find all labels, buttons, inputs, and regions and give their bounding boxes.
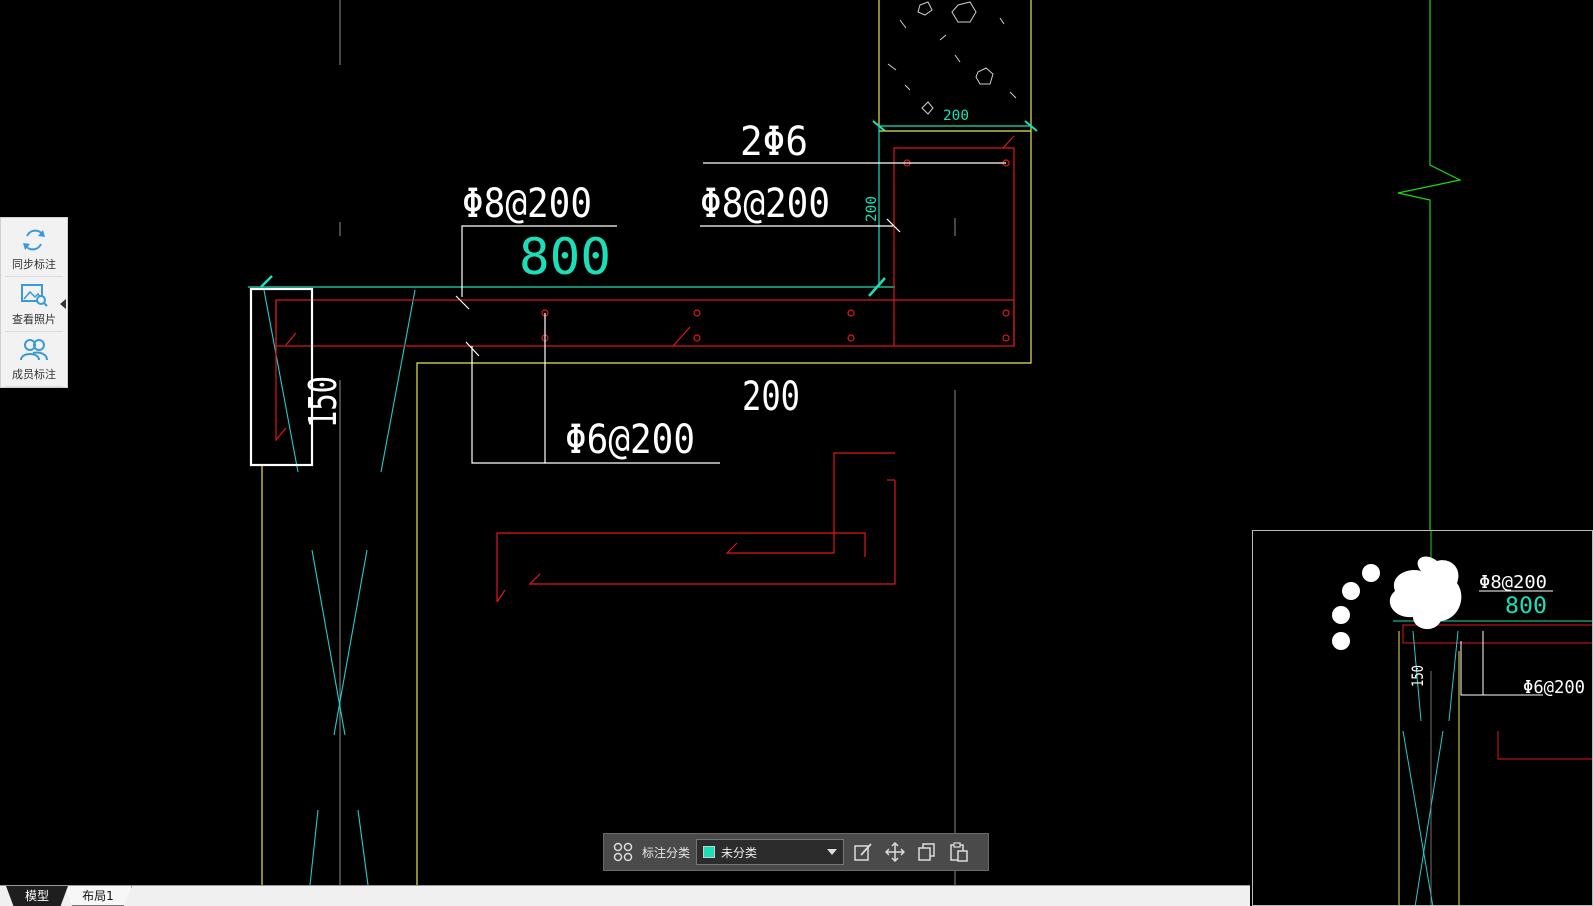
members-icon xyxy=(20,339,48,361)
label-2phi6: 2Φ6 xyxy=(740,119,808,165)
grid-icon xyxy=(613,842,633,862)
tab-layout1[interactable]: 布局1 xyxy=(64,886,132,906)
minimap-label-phi6: Φ6@200 xyxy=(1523,677,1585,698)
move-icon xyxy=(885,842,906,862)
sync-icon xyxy=(23,229,45,251)
label-phi6-at200: Φ6@200 xyxy=(565,417,695,463)
category-color-swatch xyxy=(703,846,716,858)
label-200-mid: 200 xyxy=(742,374,800,420)
paste-icon xyxy=(950,842,968,862)
annotation-category-select[interactable]: 未分类 xyxy=(696,839,845,865)
member-annotation-button[interactable]: 成员标注 xyxy=(5,332,63,387)
minimap-drawing: Φ8@200 800 150 Φ6@200 xyxy=(1332,531,1592,905)
annotation-category-label: 标注分类 xyxy=(642,845,691,860)
member-annotation-label: 成员标注 xyxy=(12,368,56,381)
sync-annotation-button[interactable]: 同步标注 xyxy=(5,222,63,277)
sync-annotation-label: 同步标注 xyxy=(12,258,56,271)
move-annotation-button[interactable] xyxy=(882,839,908,865)
copy-icon xyxy=(918,843,935,861)
selected-category-text: 未分类 xyxy=(721,845,758,860)
tab-model[interactable]: 模型 xyxy=(6,886,68,906)
gear-icon xyxy=(1332,564,1380,650)
view-photo-label: 查看照片 xyxy=(12,313,56,326)
collapse-arrow-icon[interactable] xyxy=(59,298,67,310)
minimap[interactable]: Φ8@200 800 150 Φ6@200 xyxy=(1252,530,1593,906)
photo-search-icon xyxy=(21,284,48,307)
view-photo-button[interactable]: 查看照片 xyxy=(5,277,63,332)
red-rebar xyxy=(275,135,1015,603)
side-tool-panel: 同步标注 查看照片 成员标注 xyxy=(0,217,68,388)
paste-annotation-button[interactable] xyxy=(946,839,972,865)
label-phi8-at200-right: Φ8@200 xyxy=(700,181,830,227)
annotation-toolbar: 标注分类 未分类 xyxy=(603,833,989,871)
cyan-dimensions xyxy=(248,120,1038,297)
cursor-blob-icon xyxy=(1389,556,1462,630)
category-grid-button[interactable] xyxy=(610,839,636,865)
edit-annotation-button[interactable] xyxy=(850,839,876,865)
label-200-hatch: 200 xyxy=(943,108,969,124)
label-phi8-at200-left: Φ8@200 xyxy=(462,181,592,227)
minimap-label-150: 150 xyxy=(1408,665,1427,687)
label-800: 800 xyxy=(519,228,611,286)
concrete-hatch xyxy=(887,1,1017,115)
minimap-label-800: 800 xyxy=(1505,594,1547,619)
layout-tab-bar: 布局1 模型 xyxy=(0,885,1250,906)
edit-icon xyxy=(854,843,872,861)
green-break-line xyxy=(1397,0,1462,530)
label-150: 150 xyxy=(301,376,345,428)
cad-canvas[interactable]: 2Φ6 Φ8@200 Φ8@200 800 200 200 200 150 Φ6… xyxy=(0,0,1593,906)
yellow-wall-outline xyxy=(416,0,1032,885)
label-200-vertical: 200 xyxy=(864,196,880,222)
minimap-label-phi8: Φ8@200 xyxy=(1479,572,1547,593)
copy-annotation-button[interactable] xyxy=(914,839,940,865)
chevron-down-icon xyxy=(827,849,838,855)
